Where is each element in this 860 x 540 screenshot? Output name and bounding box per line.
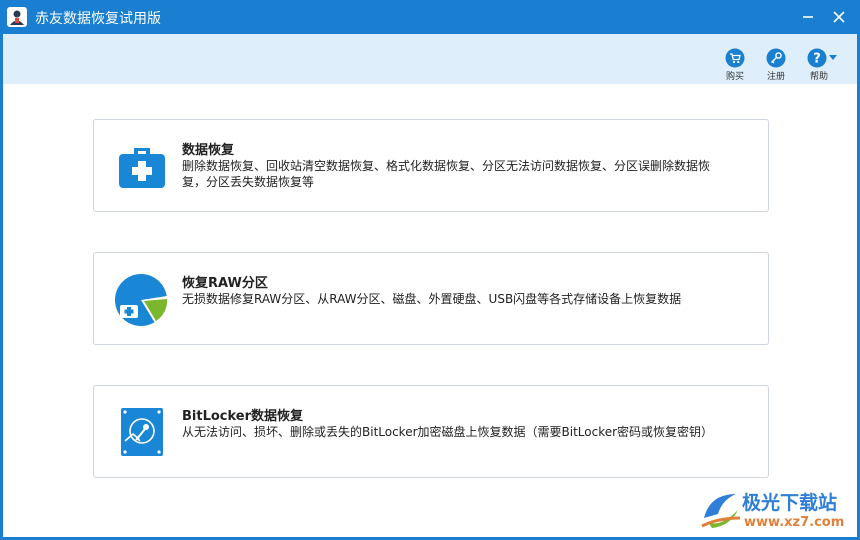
bitlocker-recovery-card[interactable]: BitLocker数据恢复 从无法访问、损坏、删除或丢失的BitLocker加密…: [93, 385, 769, 478]
data-recovery-card[interactable]: 数据恢复 删除数据恢复、回收站清空数据恢复、格式化数据恢复、分区无法访问数据恢复…: [93, 119, 769, 212]
app-window: 赤友数据恢复试用版 购买 注册 ? 帮助 数据恢复 删除数据恢复、回收站清空数据…: [0, 0, 860, 540]
minimize-button[interactable]: [796, 5, 820, 29]
toolbar: 购买 注册 ? 帮助: [3, 34, 857, 84]
watermark-name: 极光下载站: [742, 492, 838, 514]
app-logo-icon: [7, 7, 27, 27]
card-title: BitLocker数据恢复: [182, 409, 304, 424]
buy-button[interactable]: 购买: [720, 48, 750, 82]
card-description: 从无法访问、损坏、删除或丢失的BitLocker加密磁盘上恢复数据（需要BitL…: [182, 425, 714, 439]
close-button[interactable]: [827, 5, 851, 29]
watermark-url: www.xz7.com: [744, 515, 845, 530]
card-description: 无损数据修复RAW分区、从RAW分区、磁盘、外置硬盘、USB闪盘等各式存储设备上…: [182, 292, 682, 306]
minimize-icon: [803, 16, 813, 18]
raw-partition-icon: [115, 273, 168, 326]
card-description: 删除数据恢复、回收站清空数据恢复、格式化数据恢复、分区无法访问数据恢复、分区误删…: [182, 159, 711, 189]
key-icon: [766, 48, 786, 68]
main-content: 数据恢复 删除数据恢复、回收站清空数据恢复、格式化数据恢复、分区无法访问数据恢复…: [3, 84, 857, 537]
cart-icon: [725, 48, 745, 68]
raw-partition-card[interactable]: 恢复RAW分区 无损数据修复RAW分区、从RAW分区、磁盘、外置硬盘、USB闪盘…: [93, 252, 769, 345]
window-title: 赤友数据恢复试用版: [35, 11, 161, 27]
help-icon: ?: [807, 48, 837, 68]
medical-kit-icon: [116, 140, 168, 192]
register-label: 注册: [766, 72, 785, 82]
svg-text:?: ?: [813, 52, 821, 67]
watermark-logo-icon: [701, 494, 741, 528]
title-bar: 赤友数据恢复试用版: [0, 0, 860, 34]
card-title: 恢复RAW分区: [182, 276, 268, 291]
help-label: 帮助: [809, 72, 828, 82]
register-button[interactable]: 注册: [761, 48, 791, 82]
buy-label: 购买: [725, 72, 744, 82]
card-title: 数据恢复: [182, 143, 235, 158]
help-button[interactable]: ? 帮助: [805, 48, 841, 82]
bitlocker-key-icon: [116, 406, 168, 458]
close-icon: [833, 11, 845, 23]
watermark: 极光下载站 www.xz7.com: [700, 486, 855, 536]
